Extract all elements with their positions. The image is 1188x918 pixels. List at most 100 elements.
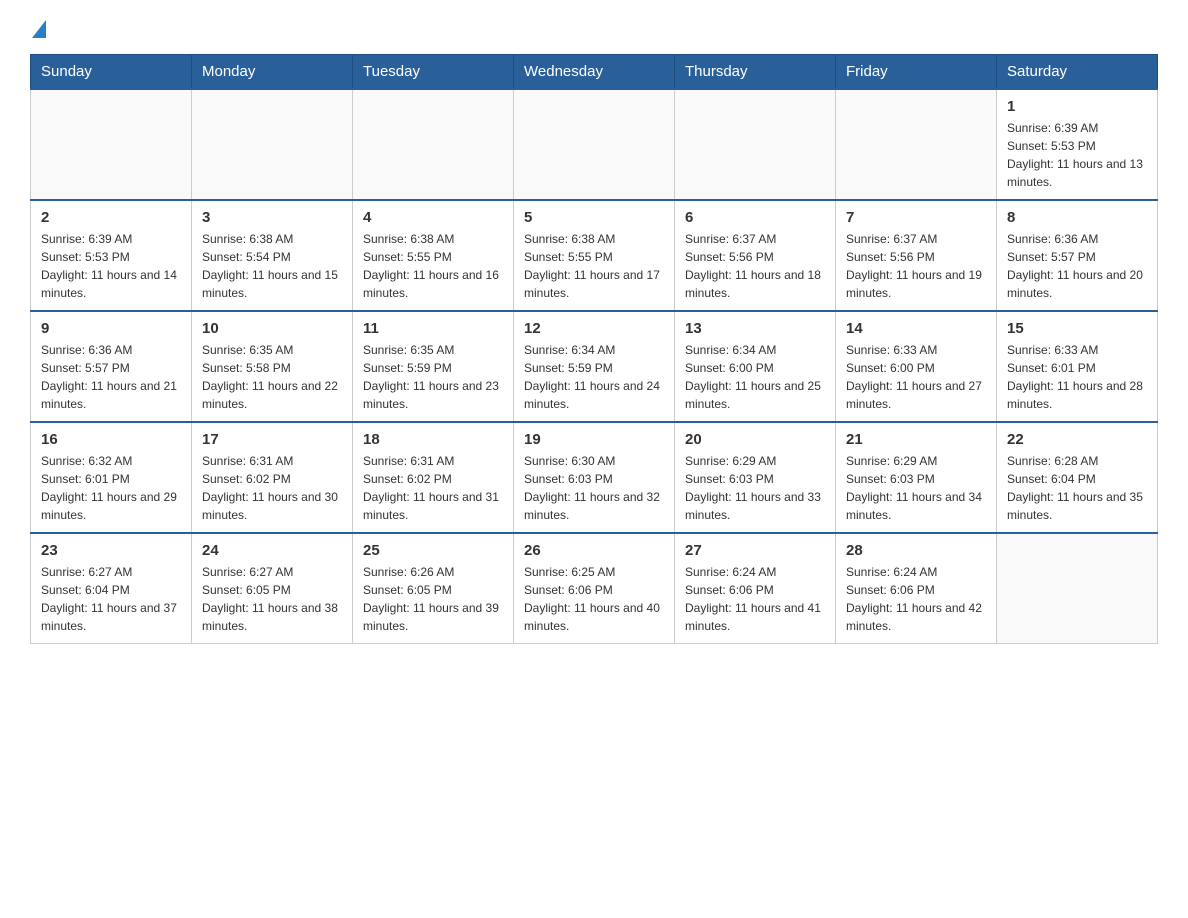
calendar-header-row: SundayMondayTuesdayWednesdayThursdayFrid… [31, 55, 1158, 90]
day-number: 23 [41, 542, 181, 559]
calendar-cell [353, 89, 514, 200]
day-number: 11 [363, 320, 503, 337]
day-info: Sunrise: 6:26 AM Sunset: 6:05 PM Dayligh… [363, 563, 503, 635]
calendar-cell [31, 89, 192, 200]
calendar-table: SundayMondayTuesdayWednesdayThursdayFrid… [30, 54, 1158, 644]
day-number: 28 [846, 542, 986, 559]
day-number: 13 [685, 320, 825, 337]
day-info: Sunrise: 6:24 AM Sunset: 6:06 PM Dayligh… [685, 563, 825, 635]
calendar-cell: 15 Sunrise: 6:33 AM Sunset: 6:01 PM Dayli… [997, 311, 1158, 422]
weekday-header: Sunday [31, 55, 192, 90]
day-info: Sunrise: 6:35 AM Sunset: 5:58 PM Dayligh… [202, 341, 342, 413]
calendar-cell: 3 Sunrise: 6:38 AM Sunset: 5:54 PM Daylig… [192, 200, 353, 311]
day-info: Sunrise: 6:30 AM Sunset: 6:03 PM Dayligh… [524, 452, 664, 524]
day-info: Sunrise: 6:27 AM Sunset: 6:05 PM Dayligh… [202, 563, 342, 635]
day-number: 10 [202, 320, 342, 337]
day-info: Sunrise: 6:27 AM Sunset: 6:04 PM Dayligh… [41, 563, 181, 635]
logo-triangle-icon [32, 20, 46, 38]
day-number: 21 [846, 431, 986, 448]
calendar-cell: 7 Sunrise: 6:37 AM Sunset: 5:56 PM Daylig… [836, 200, 997, 311]
weekday-header: Monday [192, 55, 353, 90]
weekday-header: Tuesday [353, 55, 514, 90]
calendar-cell: 5 Sunrise: 6:38 AM Sunset: 5:55 PM Daylig… [514, 200, 675, 311]
day-number: 1 [1007, 98, 1147, 115]
day-number: 3 [202, 209, 342, 226]
day-info: Sunrise: 6:37 AM Sunset: 5:56 PM Dayligh… [685, 230, 825, 302]
page-header [30, 20, 1158, 38]
calendar-cell [192, 89, 353, 200]
day-info: Sunrise: 6:39 AM Sunset: 5:53 PM Dayligh… [41, 230, 181, 302]
day-number: 2 [41, 209, 181, 226]
day-number: 14 [846, 320, 986, 337]
calendar-cell: 20 Sunrise: 6:29 AM Sunset: 6:03 PM Dayli… [675, 422, 836, 533]
calendar-week-row: 2 Sunrise: 6:39 AM Sunset: 5:53 PM Daylig… [31, 200, 1158, 311]
day-info: Sunrise: 6:34 AM Sunset: 5:59 PM Dayligh… [524, 341, 664, 413]
day-info: Sunrise: 6:38 AM Sunset: 5:55 PM Dayligh… [363, 230, 503, 302]
day-number: 27 [685, 542, 825, 559]
calendar-cell: 1 Sunrise: 6:39 AM Sunset: 5:53 PM Daylig… [997, 89, 1158, 200]
calendar-cell: 17Sunrise: 6:31 AM Sunset: 6:02 PM Dayli… [192, 422, 353, 533]
calendar-cell: 4 Sunrise: 6:38 AM Sunset: 5:55 PM Daylig… [353, 200, 514, 311]
calendar-cell: 21 Sunrise: 6:29 AM Sunset: 6:03 PM Dayli… [836, 422, 997, 533]
day-number: 22 [1007, 431, 1147, 448]
day-number: 15 [1007, 320, 1147, 337]
logo [30, 20, 48, 38]
calendar-cell: 27 Sunrise: 6:24 AM Sunset: 6:06 PM Dayli… [675, 533, 836, 644]
day-number: 16 [41, 431, 181, 448]
calendar-cell [836, 89, 997, 200]
calendar-week-row: 23 Sunrise: 6:27 AM Sunset: 6:04 PM Dayli… [31, 533, 1158, 644]
day-info: Sunrise: 6:25 AM Sunset: 6:06 PM Dayligh… [524, 563, 664, 635]
day-number: 8 [1007, 209, 1147, 226]
calendar-cell: 19 Sunrise: 6:30 AM Sunset: 6:03 PM Dayli… [514, 422, 675, 533]
day-info: Sunrise: 6:38 AM Sunset: 5:55 PM Dayligh… [524, 230, 664, 302]
day-number: 7 [846, 209, 986, 226]
calendar-cell: 23 Sunrise: 6:27 AM Sunset: 6:04 PM Dayli… [31, 533, 192, 644]
day-info: Sunrise: 6:31 AM Sunset: 6:02 PM Dayligh… [363, 452, 503, 524]
day-info: Sunrise: 6:29 AM Sunset: 6:03 PM Dayligh… [685, 452, 825, 524]
day-number: 18 [363, 431, 503, 448]
day-info: Sunrise: 6:29 AM Sunset: 6:03 PM Dayligh… [846, 452, 986, 524]
day-number: 17 [202, 431, 342, 448]
calendar-cell: 25 Sunrise: 6:26 AM Sunset: 6:05 PM Dayli… [353, 533, 514, 644]
day-info: Sunrise: 6:39 AM Sunset: 5:53 PM Dayligh… [1007, 119, 1147, 191]
calendar-cell: 10 Sunrise: 6:35 AM Sunset: 5:58 PM Dayli… [192, 311, 353, 422]
weekday-header: Thursday [675, 55, 836, 90]
day-info: Sunrise: 6:34 AM Sunset: 6:00 PM Dayligh… [685, 341, 825, 413]
day-number: 26 [524, 542, 664, 559]
calendar-cell: 26 Sunrise: 6:25 AM Sunset: 6:06 PM Dayli… [514, 533, 675, 644]
day-info: Sunrise: 6:28 AM Sunset: 6:04 PM Dayligh… [1007, 452, 1147, 524]
day-info: Sunrise: 6:32 AM Sunset: 6:01 PM Dayligh… [41, 452, 181, 524]
calendar-cell: 2 Sunrise: 6:39 AM Sunset: 5:53 PM Daylig… [31, 200, 192, 311]
day-info: Sunrise: 6:37 AM Sunset: 5:56 PM Dayligh… [846, 230, 986, 302]
day-info: Sunrise: 6:35 AM Sunset: 5:59 PM Dayligh… [363, 341, 503, 413]
calendar-week-row: 1 Sunrise: 6:39 AM Sunset: 5:53 PM Daylig… [31, 89, 1158, 200]
calendar-cell [675, 89, 836, 200]
day-info: Sunrise: 6:24 AM Sunset: 6:06 PM Dayligh… [846, 563, 986, 635]
calendar-cell [997, 533, 1158, 644]
day-number: 24 [202, 542, 342, 559]
day-number: 9 [41, 320, 181, 337]
day-number: 19 [524, 431, 664, 448]
calendar-cell: 13 Sunrise: 6:34 AM Sunset: 6:00 PM Dayli… [675, 311, 836, 422]
calendar-cell: 16 Sunrise: 6:32 AM Sunset: 6:01 PM Dayli… [31, 422, 192, 533]
calendar-cell: 18 Sunrise: 6:31 AM Sunset: 6:02 PM Dayli… [353, 422, 514, 533]
weekday-header: Saturday [997, 55, 1158, 90]
calendar-week-row: 16 Sunrise: 6:32 AM Sunset: 6:01 PM Dayli… [31, 422, 1158, 533]
calendar-cell: 22 Sunrise: 6:28 AM Sunset: 6:04 PM Dayli… [997, 422, 1158, 533]
day-number: 12 [524, 320, 664, 337]
calendar-cell [514, 89, 675, 200]
calendar-cell: 12 Sunrise: 6:34 AM Sunset: 5:59 PM Dayli… [514, 311, 675, 422]
day-info: Sunrise: 6:36 AM Sunset: 5:57 PM Dayligh… [41, 341, 181, 413]
day-info: Sunrise: 6:38 AM Sunset: 5:54 PM Dayligh… [202, 230, 342, 302]
day-number: 4 [363, 209, 503, 226]
day-info: Sunrise: 6:33 AM Sunset: 6:01 PM Dayligh… [1007, 341, 1147, 413]
day-number: 20 [685, 431, 825, 448]
day-number: 25 [363, 542, 503, 559]
weekday-header: Friday [836, 55, 997, 90]
calendar-cell: 8Sunrise: 6:36 AM Sunset: 5:57 PM Daylig… [997, 200, 1158, 311]
day-number: 5 [524, 209, 664, 226]
calendar-cell: 28 Sunrise: 6:24 AM Sunset: 6:06 PM Dayli… [836, 533, 997, 644]
calendar-cell: 6Sunrise: 6:37 AM Sunset: 5:56 PM Daylig… [675, 200, 836, 311]
day-info: Sunrise: 6:33 AM Sunset: 6:00 PM Dayligh… [846, 341, 986, 413]
calendar-week-row: 9 Sunrise: 6:36 AM Sunset: 5:57 PM Daylig… [31, 311, 1158, 422]
